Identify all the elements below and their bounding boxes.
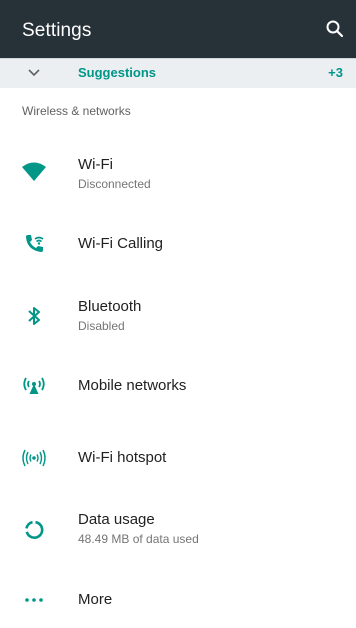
- page-title: Settings: [22, 20, 92, 41]
- settings-item-title: Data usage: [78, 511, 155, 528]
- settings-item-data-usage[interactable]: Data usage 48.49 MB of data used: [0, 500, 356, 556]
- settings-item-title: Mobile networks: [78, 377, 187, 394]
- settings-item-mobile-networks[interactable]: Mobile networks: [0, 358, 356, 414]
- app-bar: Settings: [0, 0, 356, 58]
- settings-item-title: Bluetooth: [78, 298, 142, 315]
- bluetooth-icon: [20, 302, 48, 330]
- settings-item-wifi-hotspot[interactable]: Wi-Fi hotspot: [0, 430, 356, 486]
- search-icon[interactable]: [322, 16, 348, 42]
- more-icon: [20, 586, 48, 614]
- settings-item-title: Wi-Fi: [78, 156, 113, 173]
- wifi-calling-icon: [20, 230, 48, 258]
- wifi-icon: [20, 158, 48, 186]
- suggestions-row[interactable]: Suggestions +3: [0, 58, 356, 88]
- settings-item-title: More: [78, 591, 113, 608]
- data-usage-icon: [20, 516, 48, 544]
- settings-item-wifi[interactable]: Wi-Fi Disconnected: [0, 144, 356, 200]
- settings-item-bluetooth[interactable]: Bluetooth Disabled: [0, 286, 356, 342]
- settings-item-title: Wi-Fi Calling: [78, 235, 164, 252]
- settings-item-subtitle: Disconnected: [78, 177, 151, 191]
- settings-item-wifi-calling[interactable]: Wi-Fi Calling: [0, 216, 356, 272]
- chevron-down-icon: [26, 64, 42, 80]
- suggestions-count: +3: [328, 65, 343, 80]
- suggestions-label: Suggestions: [78, 65, 157, 80]
- mobile-networks-icon: [20, 372, 48, 400]
- settings-item-title: Wi-Fi hotspot: [78, 449, 167, 466]
- section-header: Wireless & networks: [22, 104, 131, 118]
- settings-item-subtitle: 48.49 MB of data used: [78, 532, 199, 546]
- hotspot-icon: [20, 444, 48, 472]
- settings-item-subtitle: Disabled: [78, 319, 125, 333]
- settings-item-more[interactable]: More: [0, 572, 356, 628]
